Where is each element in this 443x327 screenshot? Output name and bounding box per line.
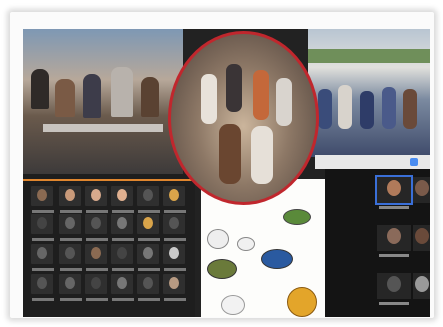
participant-tile (111, 186, 134, 213)
participant-tile (85, 186, 108, 213)
participant-tile (377, 273, 411, 305)
soup-bowl-drawing (261, 249, 293, 269)
participant-tile (59, 274, 82, 301)
participant-tile-active (375, 175, 413, 209)
video-call-grid (23, 174, 195, 317)
mango-drawing (237, 237, 255, 251)
cup-drawing (207, 229, 229, 249)
participant-tile (59, 214, 82, 241)
participant-tile (111, 214, 134, 241)
participant-tile (137, 274, 160, 301)
participant-tile (413, 273, 430, 299)
participant-tile (59, 186, 82, 213)
video-call-panel (325, 169, 430, 317)
participant-tile (85, 274, 108, 301)
classroom-photo (23, 29, 183, 174)
pie-drawing (287, 287, 317, 317)
participant-tile (137, 186, 160, 213)
circle-group-photo (168, 31, 319, 205)
browser-bar (315, 155, 430, 169)
participant-tile (163, 214, 186, 241)
participant-tile (163, 274, 186, 301)
participant-tile (31, 214, 54, 241)
participant-tile (85, 244, 108, 271)
participant-tile (137, 244, 160, 271)
participant-tile (31, 244, 54, 271)
salad-bowl-drawing (283, 209, 311, 225)
participant-tile (59, 244, 82, 271)
participant-tile (31, 186, 54, 213)
feijoada-drawing (207, 259, 237, 279)
participant-tile (111, 244, 134, 271)
participant-tile (163, 186, 186, 213)
participant-tile (137, 214, 160, 241)
outdoor-group-photo (308, 29, 430, 157)
participant-tile (85, 214, 108, 241)
participant-tile (163, 244, 186, 271)
participant-tile (413, 225, 430, 251)
participant-tile (413, 177, 430, 203)
photo-collage (23, 29, 430, 317)
plate-drawing (221, 295, 245, 315)
grid-divider (23, 179, 195, 181)
participant-tile (377, 225, 411, 257)
participant-tile (31, 274, 54, 301)
participant-tile (111, 274, 134, 301)
